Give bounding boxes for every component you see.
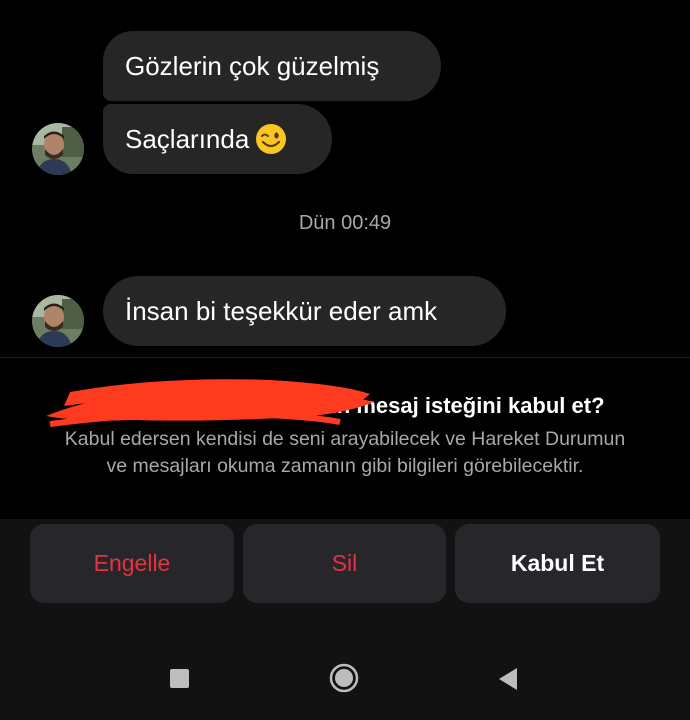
- delete-button[interactable]: Sil: [243, 524, 446, 603]
- message-bubble[interactable]: İnsan bi teşekkür eder amk: [103, 276, 506, 346]
- message-bubble[interactable]: Saçlarında: [103, 104, 332, 174]
- message-text: Saçlarında: [125, 124, 250, 154]
- avatar[interactable]: [32, 295, 84, 347]
- accept-button[interactable]: Kabul Et: [455, 524, 660, 603]
- avatar-image: [32, 123, 84, 175]
- home-icon[interactable]: [329, 663, 359, 693]
- message-bubble[interactable]: Gözlerin çok güzelmiş: [103, 31, 441, 101]
- request-description: Kabul edersen kendisi de seni arayabilec…: [64, 428, 626, 477]
- request-action-bar: Engelle Sil Kabul Et: [0, 519, 690, 616]
- system-navigation-bar: [0, 616, 690, 720]
- section-divider: [0, 357, 690, 358]
- avatar-image: [32, 295, 84, 347]
- block-button[interactable]: Engelle: [30, 524, 234, 603]
- message-text: Gözlerin çok güzelmiş: [125, 51, 380, 81]
- winking-face-emoji: [256, 124, 287, 155]
- back-icon[interactable]: [497, 666, 519, 692]
- message-text: İnsan bi teşekkür eder amk: [125, 296, 438, 326]
- avatar[interactable]: [32, 123, 84, 175]
- message-timestamp: Dün 00:49: [298, 212, 392, 234]
- dm-request-screen: Gözlerin çok güzelmiş Saçlarında Dün 00:…: [0, 0, 690, 720]
- red-scribble-redaction: [46, 379, 374, 427]
- recents-icon[interactable]: [170, 669, 189, 688]
